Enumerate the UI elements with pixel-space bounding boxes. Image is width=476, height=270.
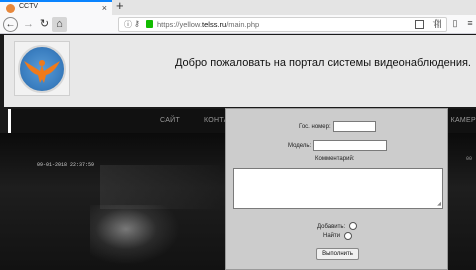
welcome-text: Добро пожаловать на портал системы видео…	[174, 57, 471, 69]
browser-tab[interactable]: CCTV ×	[0, 0, 112, 15]
key-icon[interactable]: ⚷	[134, 19, 140, 28]
menu-item-site[interactable]: САЙТ	[160, 117, 180, 124]
back-button[interactable]: ←	[3, 17, 18, 32]
logo[interactable]	[14, 41, 70, 96]
comment-textarea[interactable]: ◢	[233, 168, 443, 209]
eagle-logo-icon	[18, 45, 66, 93]
find-label: Найти	[323, 233, 341, 239]
url-bar[interactable]: ⓘ ⚷ https://yellow.telss.ru/main.php ☆	[118, 17, 447, 32]
info-icon[interactable]: ⓘ	[124, 19, 132, 30]
camera-timestamp: 09-01-2018 22:37:59	[37, 162, 95, 168]
add-radio[interactable]	[349, 222, 357, 230]
hamburger-menu-icon[interactable]: ≡	[465, 18, 475, 28]
library-icon[interactable]: |||	[433, 18, 443, 28]
resize-grip-icon[interactable]: ◢	[437, 202, 441, 207]
sidebar-icon[interactable]: ▯	[450, 18, 460, 28]
navigation-bar: ← → ↻ ⌂ ⓘ ⚷ https://yellow.telss.ru/main…	[0, 15, 476, 34]
new-tab-button[interactable]: +	[116, 0, 124, 13]
close-tab-button[interactable]: ×	[102, 2, 107, 14]
submit-button[interactable]: Выполнить	[316, 248, 359, 260]
reader-view-icon[interactable]	[415, 20, 424, 29]
camera-scene-light	[90, 205, 180, 265]
url-prefix: https://yellow.	[157, 20, 203, 29]
model-input[interactable]	[313, 140, 387, 151]
eagle-icon	[24, 60, 60, 83]
site-header: Добро пожаловать на портал системы видео…	[4, 35, 476, 107]
vehicle-form: Гос. номер: Модель: Комментарий: ◢ Добав…	[225, 108, 448, 270]
favicon-icon	[6, 4, 15, 13]
url-text[interactable]: https://yellow.telss.ru/main.php	[157, 20, 259, 29]
add-label: Добавить:	[317, 224, 346, 230]
tab-bar: CCTV × +	[0, 0, 476, 15]
plate-label: Гос. номер:	[299, 124, 331, 130]
page: Добро пожаловать на портал системы видео…	[0, 35, 476, 270]
model-label: Модель:	[288, 143, 312, 149]
forward-button[interactable]: →	[21, 17, 36, 32]
reload-button[interactable]: ↻	[37, 17, 52, 32]
camera-timestamp-secondary: 00	[466, 156, 473, 162]
tab-title: CCTV	[19, 3, 39, 10]
comment-label: Комментарий:	[315, 156, 355, 162]
plate-input[interactable]	[333, 121, 376, 132]
camera-scene-wall	[100, 165, 220, 209]
menu-item-cameras[interactable]: КАМЕР	[451, 117, 476, 124]
url-path: /main.php	[226, 20, 260, 29]
lock-icon[interactable]	[146, 20, 153, 28]
url-domain: telss.ru	[202, 20, 227, 29]
find-radio[interactable]	[344, 232, 352, 240]
home-button[interactable]: ⌂	[52, 17, 67, 32]
